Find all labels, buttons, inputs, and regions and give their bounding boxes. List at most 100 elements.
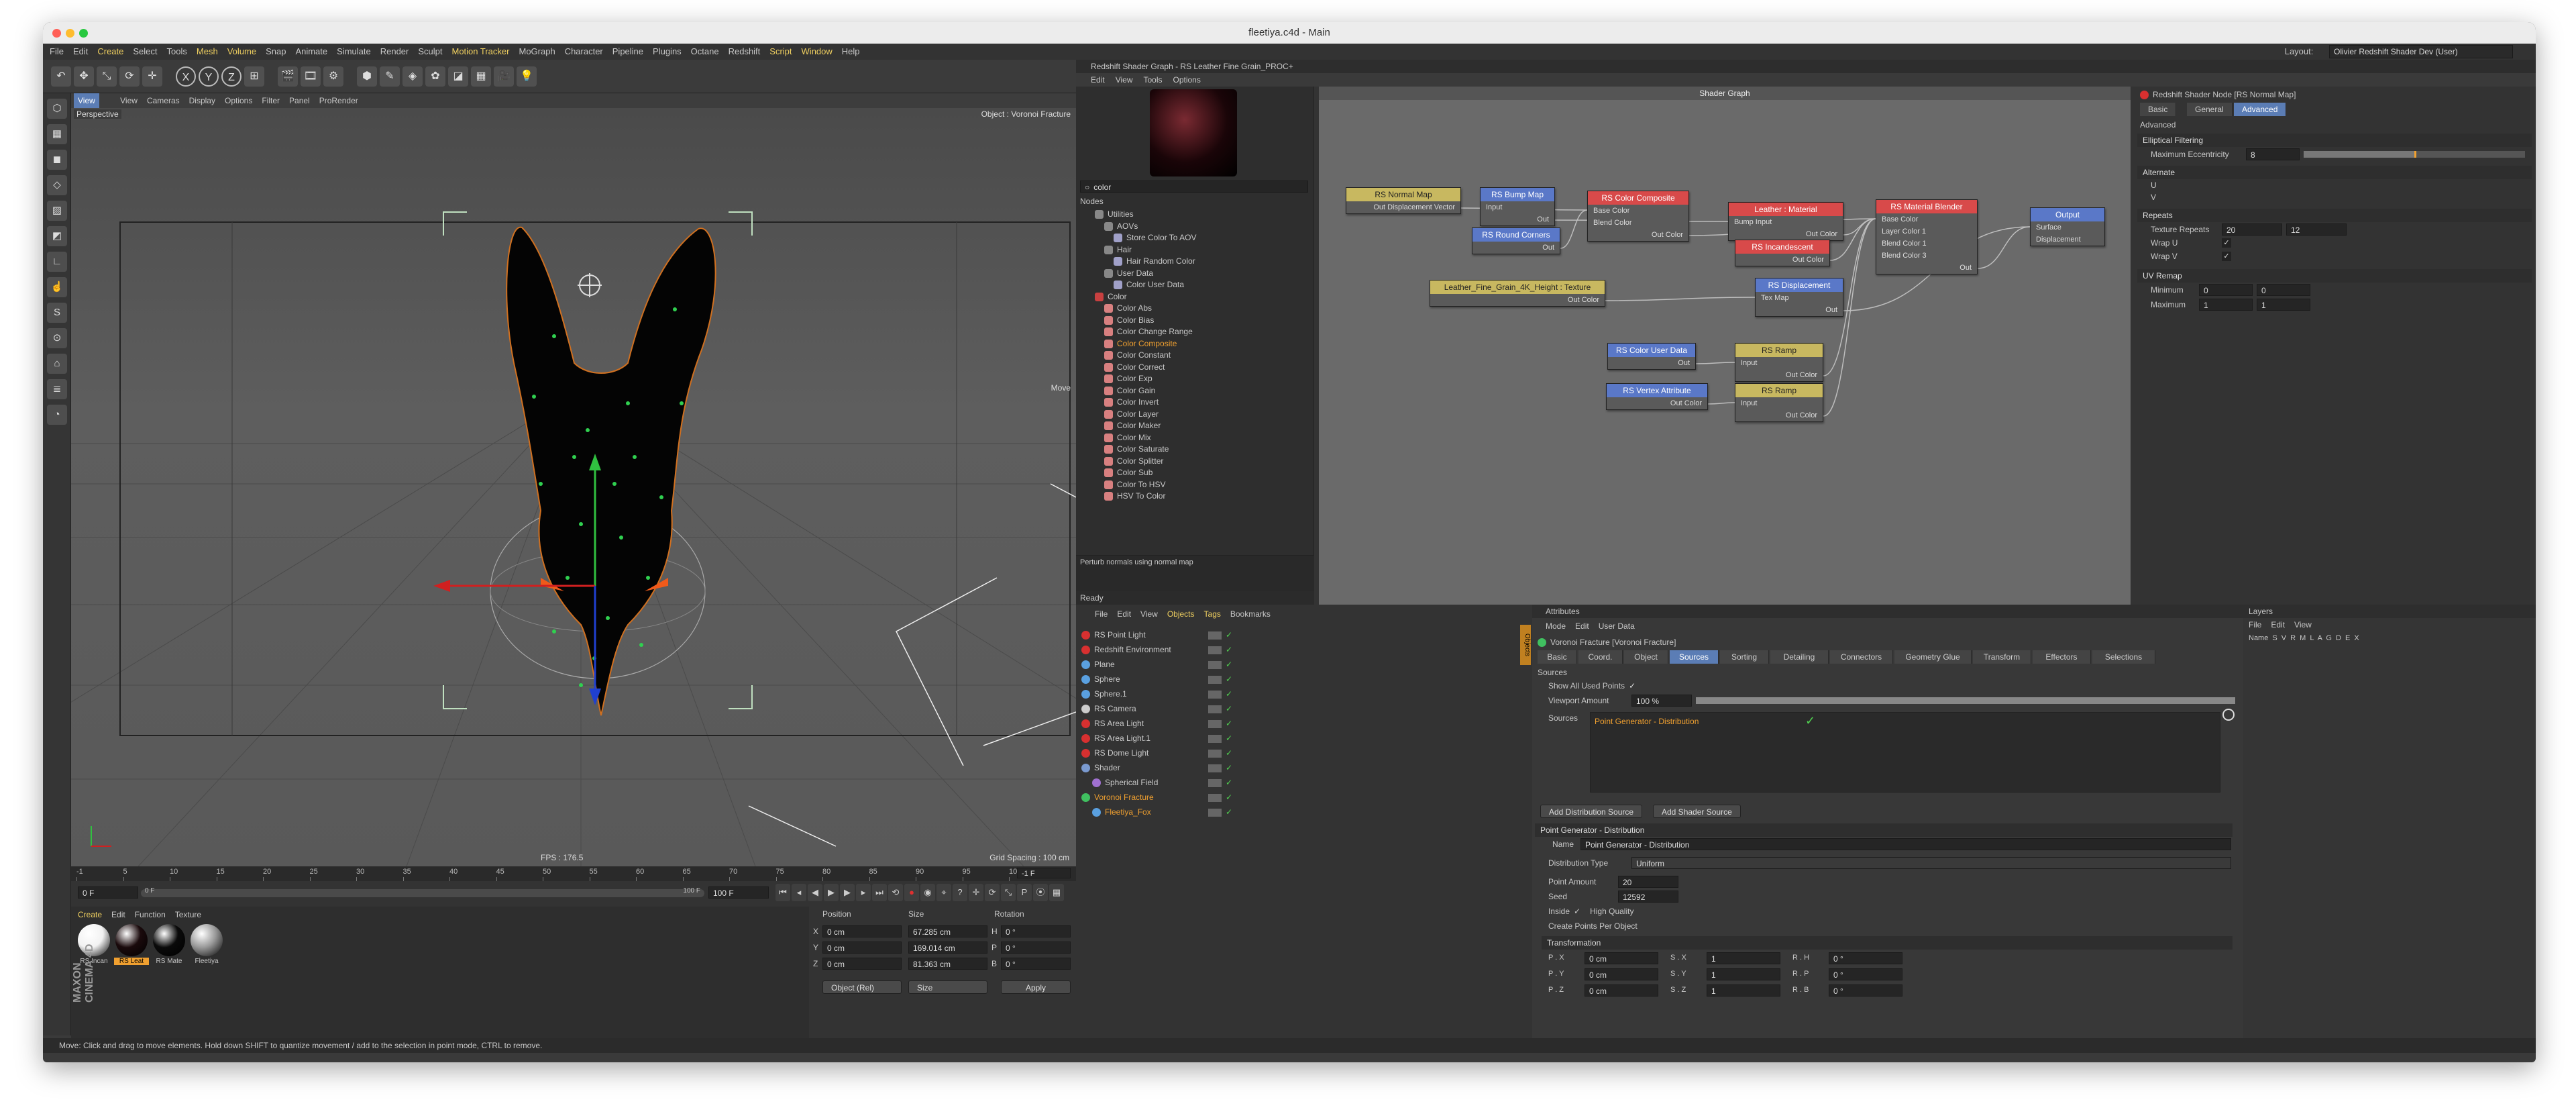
props-group-header[interactable]: Elliptical Filtering [2137,134,2532,147]
node-tree-item[interactable]: Color Bias [1085,315,1307,327]
visibility-flags[interactable] [1208,734,1222,743]
transform-field[interactable]: 0 cm [1585,984,1658,997]
visibility-flags[interactable] [1208,764,1222,772]
node-input-port[interactable]: Surface [2031,221,2104,234]
node-output-port[interactable]: Out [1608,357,1695,369]
param-key-icon[interactable]: P [1017,884,1032,901]
enable-check-icon[interactable]: ✓ [1226,674,1232,684]
node-input-port[interactable]: Layer Color 1 [1876,225,1977,238]
node-input-port[interactable]: Input [1735,397,1823,409]
node-input-port[interactable]: Input [1735,357,1823,369]
node-input-port[interactable]: Tex Map [1756,292,1843,304]
node-input-port[interactable]: Base Color [1588,205,1688,217]
coord-apply-button[interactable]: Apply [1001,980,1071,994]
menu-help[interactable]: Help [842,46,860,56]
viewport-amount-field[interactable]: 100 % [1631,695,1692,707]
repeats-u-field[interactable]: 20 [2222,223,2282,236]
enable-check-icon[interactable]: ✓ [1226,778,1232,787]
node-tree-item[interactable]: Utilities [1085,209,1307,221]
graph-node-rs-material-blender[interactable]: RS Material Blender Base Color Layer Color… [1876,199,1978,274]
object-row[interactable]: Shader ✓ [1081,760,1516,775]
node-tree-item[interactable]: User Data [1085,268,1307,280]
object-row[interactable]: Sphere ✓ [1081,672,1516,687]
menu-snap[interactable]: Snap [266,46,286,56]
node-input-port[interactable]: Bump Input [1729,216,1843,228]
layer-menu-edit[interactable]: Edit [2271,620,2285,629]
uv-remap-b-field[interactable]: 0 [2257,284,2310,296]
enable-check-icon[interactable]: ✓ [1226,719,1232,728]
light-icon[interactable]: 💡 [517,66,537,87]
node-tree-item[interactable]: HSV To Color [1085,491,1307,503]
object-row[interactable]: Redshift Environment ✓ [1081,642,1516,657]
start-frame-field[interactable]: 0 F [78,886,138,899]
transform-field[interactable]: 0 cm [1585,968,1658,980]
render-view-icon[interactable]: 🎬 [278,66,298,87]
rotate-icon[interactable]: ⟳ [119,66,140,87]
node-connection[interactable] [1823,218,1876,417]
layer-menu-view[interactable]: View [2294,620,2312,629]
material-menu-create[interactable]: Create [78,910,102,919]
polygons-mode-icon[interactable]: ◼ [47,150,67,170]
menu-octane[interactable]: Octane [691,46,719,56]
coordinate-icon[interactable]: ⊞ [244,66,264,87]
menu-redshift[interactable]: Redshift [729,46,761,56]
visibility-flags[interactable] [1208,675,1222,684]
node-output-port[interactable]: Out Color [1735,254,1829,266]
points-mode-icon[interactable]: ⬡ [47,99,67,119]
menu-character[interactable]: Character [565,46,603,56]
enable-check-icon[interactable]: ✓ [1226,763,1232,772]
add-distribution-source-button[interactable]: Add Distribution Source [1540,805,1643,818]
alternate-u-checkbox[interactable]: U [2151,181,2157,190]
attr-tab-connectors[interactable]: Connectors [1830,650,1893,664]
attr-tab-object[interactable]: Object [1624,650,1668,664]
props-tab-general[interactable]: General [2187,103,2233,116]
scale-key-icon[interactable]: ⤡ [1001,884,1016,901]
enable-check-icon[interactable]: ✓ [1226,793,1232,802]
scheme-icon[interactable]: ▦ [1049,884,1064,901]
object-row[interactable]: Plane ✓ [1081,657,1516,672]
record-icon[interactable]: ● [904,884,919,901]
objects-side-tab[interactable]: Objects [1520,625,1531,665]
seed-field[interactable]: 12592 [1618,891,1678,903]
range-slider[interactable]: 0 F 100 F [141,887,704,897]
graph-node-rs-vertex-attribute[interactable]: RS Vertex Attribute Out Color [1606,383,1708,410]
prev-key-icon[interactable]: ◂ [792,884,806,901]
node-tree-item[interactable]: Color User Data [1085,279,1307,291]
node-input-port[interactable]: Blend Color 3 [1876,250,1977,262]
name-field[interactable]: Point Generator - Distribution [1580,838,2231,850]
object-row[interactable]: RS Point Light ✓ [1081,627,1516,642]
node-tree-item[interactable]: AOVs [1085,221,1307,233]
timeline-ruler[interactable]: -1 5 10 15 20 25 30 35 40 45 50 55 60 65 70 75 80 85 90 95 1… [71,866,1076,881]
visibility-flags[interactable] [1208,690,1222,699]
menu-create[interactable]: Create [97,46,123,56]
attr-tab-coord[interactable]: Coord. [1578,650,1623,664]
wrap-checkbox[interactable]: ✓ [2222,238,2231,248]
menu-window[interactable]: Window [802,46,833,56]
distribution-type-dropdown[interactable]: Uniform [1631,857,2231,869]
keyframe-icon[interactable]: ⌖ [936,884,951,901]
enable-check-icon[interactable]: ✓ [1226,748,1232,758]
enable-check-icon[interactable]: ✓ [1226,807,1232,817]
node-output-port[interactable]: Out Color [1430,294,1605,306]
viewport-menu-panel[interactable]: Panel [289,96,310,105]
visibility-flags[interactable] [1208,705,1222,713]
viewport-menu-prorender[interactable]: ProRender [319,96,358,105]
coord-size-mode-dropdown[interactable]: Size [908,980,987,994]
pla-key-icon[interactable]: ⦿ [1033,884,1048,901]
menu-mesh[interactable]: Mesh [197,46,218,56]
source-enabled-check-icon[interactable]: ✓ [1805,714,1815,728]
enable-check-icon[interactable]: ✓ [1226,630,1232,640]
graph-node-output[interactable]: Output Surface Displacement [2030,207,2105,246]
snap-icon[interactable]: S [47,303,67,323]
layout-dropdown[interactable]: Olivier Redshift Shader Dev (User) [2329,45,2513,58]
alternate-v-checkbox[interactable]: V [2151,193,2156,202]
object-row[interactable]: RS Area Light ✓ [1081,716,1516,731]
visibility-flags[interactable] [1208,808,1222,817]
next-frame-icon[interactable]: ▶ [840,884,855,901]
props-group-header[interactable]: UV Remap [2137,269,2532,283]
transform-icon[interactable]: ✛ [142,66,162,87]
viewport-menu-cameras[interactable]: Cameras [147,96,180,105]
graph-node-rs-ramp[interactable]: RS Ramp Input Out Color [1735,343,1823,382]
tweak-mode-icon[interactable]: ☝ [47,277,67,297]
node-output-port[interactable]: Out Displacement Vector [1346,201,1460,213]
